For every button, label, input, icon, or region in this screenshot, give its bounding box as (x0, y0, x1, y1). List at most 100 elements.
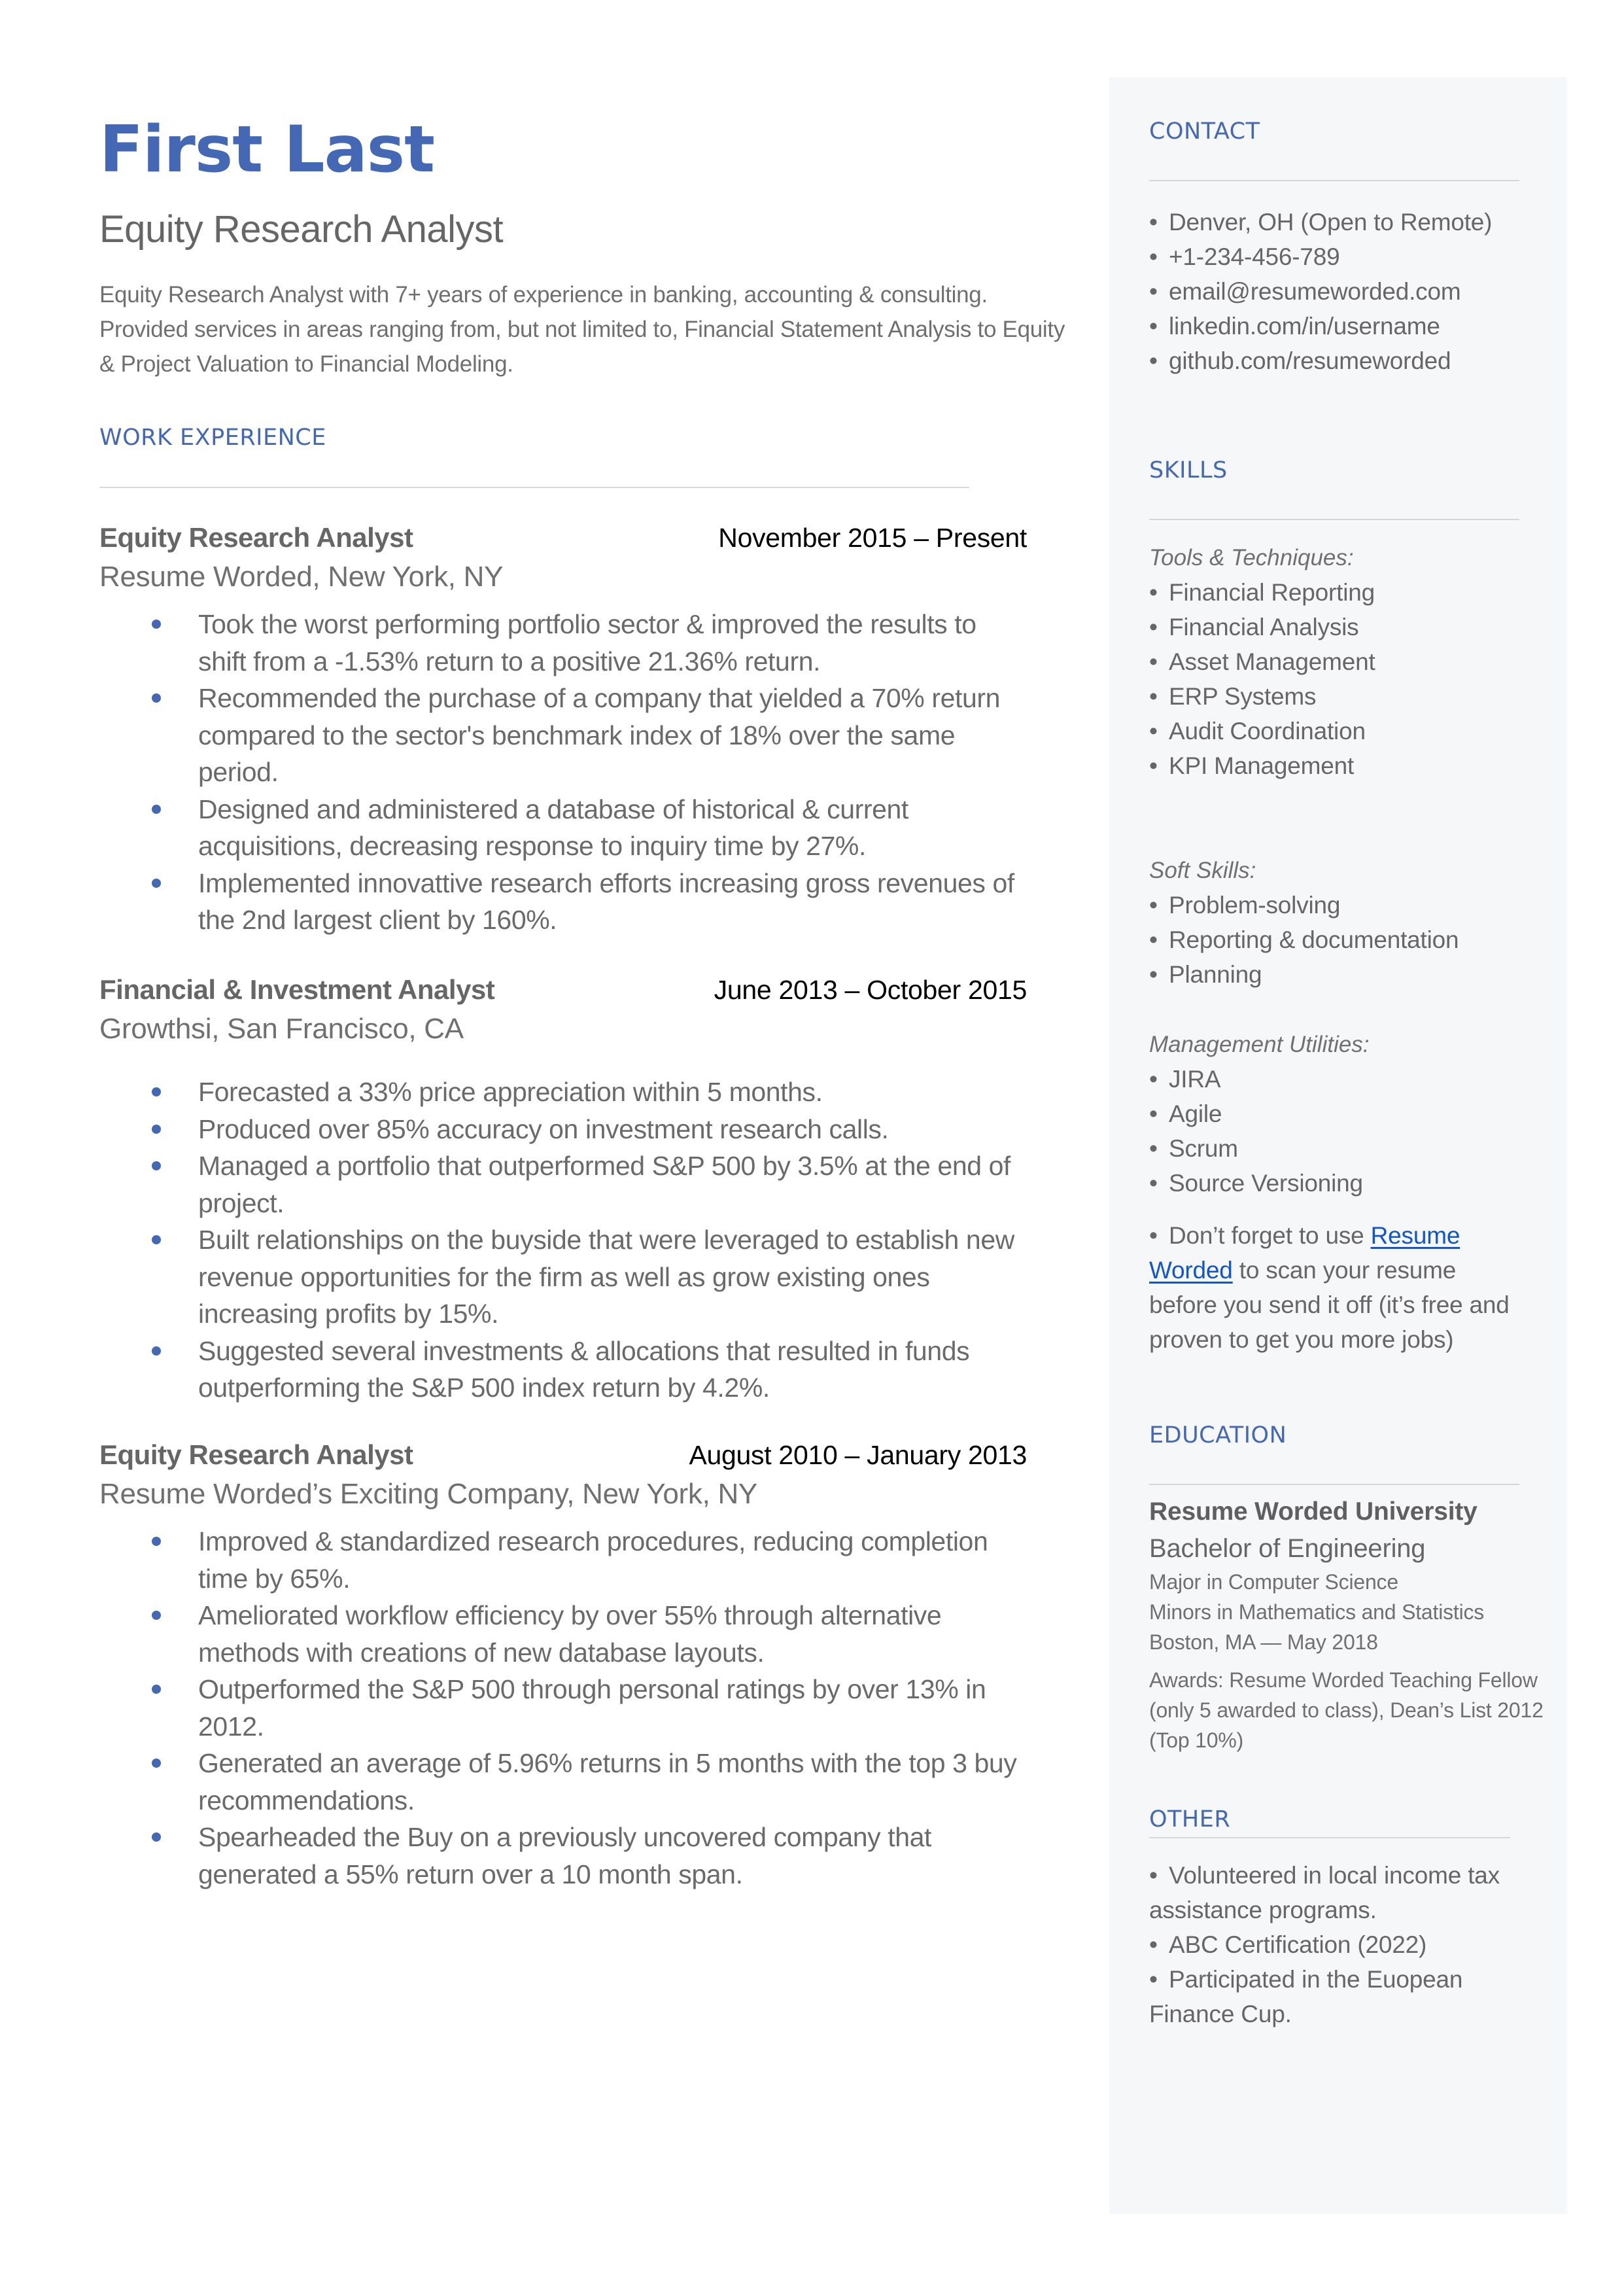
job-bullet-text: Took the worst performing portfolio sect… (198, 609, 976, 676)
skill-text: Scrum (1169, 1135, 1238, 1162)
bullet-dot-icon (152, 1832, 161, 1842)
job-company: Resume Worded, New York, NY (99, 561, 504, 593)
bullet-icon: • (1149, 926, 1158, 953)
skills-list: • Problem-solving • Reporting & documentat… (1149, 888, 1555, 992)
section-divider (1149, 519, 1519, 520)
job-bullet-text: Forecasted a 33% price appreciation with… (198, 1077, 823, 1107)
job-bullet: Improved & standardized research procedu… (99, 1523, 1027, 1597)
job-bullet-text: Ameliorated workflow efficiency by over … (198, 1600, 942, 1668)
skill-text: Financial Analysis (1169, 614, 1359, 640)
skill-item: • Audit Coordination (1149, 714, 1555, 748)
job-bullet: Ameliorated workflow efficiency by over … (99, 1597, 1027, 1671)
bullet-dot-icon (152, 693, 161, 703)
job-header: Financial & Investment Analyst June 2013… (99, 970, 1027, 1009)
bullet-dot-icon (152, 1537, 161, 1546)
work-experience-heading: WORK EXPERIENCE (99, 425, 326, 451)
education-school: Resume Worded University (1149, 1498, 1477, 1526)
contact-location: • Denver, OH (Open to Remote) (1149, 205, 1555, 239)
job-bullet-text: Built relationships on the buyside that … (198, 1225, 1014, 1329)
skills-group-label: Soft Skills: (1149, 858, 1256, 883)
bullet-dot-icon (152, 1087, 161, 1096)
job-company: Growthsi, San Francisco, CA (99, 1013, 464, 1045)
job-bullets: Took the worst performing portfolio sect… (99, 606, 1027, 939)
skill-item: • ERP Systems (1149, 679, 1555, 714)
skills-list: • JIRA • Agile • Scrum • Source Versioning (1149, 1062, 1555, 1200)
bullet-icon: • (1149, 1931, 1158, 1958)
education-location-date: Boston, MA — May 2018 (1149, 1630, 1378, 1654)
bullet-dot-icon (152, 878, 161, 888)
other-item: • Participated in the Euopean Finance Cup… (1149, 1962, 1515, 2031)
job-bullet-text: Implemented innovattive research efforts… (198, 867, 1014, 936)
bullet-dot-icon (152, 1346, 161, 1356)
bullet-icon: • (1149, 1066, 1158, 1093)
contact-github-link[interactable]: github.com/resumeworded (1169, 347, 1451, 374)
skill-text: Financial Reporting (1169, 579, 1375, 606)
job-bullet: Designed and administered a database of … (99, 791, 1027, 865)
job-bullet-text: Outperformed the S&P 500 through persona… (198, 1674, 986, 1742)
bullet-icon: • (1149, 648, 1158, 675)
other-heading: OTHER (1149, 1806, 1231, 1832)
skill-item: • Reporting & documentation (1149, 922, 1555, 957)
skill-item: • Scrum (1149, 1131, 1555, 1166)
job-bullet: Suggested several investments & allocati… (99, 1333, 1027, 1407)
contact-phone-text[interactable]: +1-234-456-789 (1169, 243, 1340, 270)
job-company: Resume Worded’s Exciting Company, New Yo… (99, 1478, 757, 1510)
section-divider (99, 487, 969, 488)
skills-group-label: Tools & Techniques: (1149, 545, 1354, 570)
education-heading: EDUCATION (1149, 1422, 1287, 1448)
job-bullet-text: Spearheaded the Buy on a previously unco… (198, 1822, 931, 1889)
skills-group-soft: Soft Skills: • Problem-solving • Reporting… (1149, 853, 1555, 992)
skill-item: • Financial Analysis (1149, 610, 1555, 644)
skill-text: Audit Coordination (1169, 718, 1366, 745)
skill-item: • Asset Management (1149, 644, 1555, 679)
bullet-icon: • (1149, 1100, 1158, 1127)
candidate-name: First Last (99, 113, 435, 187)
bullet-icon: • (1149, 347, 1158, 374)
job-entry: Financial & Investment Analyst June 2013… (99, 970, 1027, 1407)
contact-github[interactable]: • github.com/resumeworded (1149, 343, 1555, 378)
section-divider (1149, 1837, 1510, 1838)
skills-group-label: Management Utilities: (1149, 1032, 1370, 1057)
job-dates: November 2015 – Present (718, 523, 1027, 553)
skill-item: • Planning (1149, 957, 1555, 992)
contact-phone[interactable]: • +1-234-456-789 (1149, 239, 1555, 274)
skill-text: JIRA (1169, 1066, 1221, 1093)
bullet-icon: • (1149, 683, 1158, 710)
other-list: • Volunteered in local income tax assista… (1149, 1858, 1515, 2031)
bullet-dot-icon (152, 804, 161, 814)
job-bullet: Built relationships on the buyside that … (99, 1221, 1027, 1333)
bullet-dot-icon (152, 1124, 161, 1134)
skills-group-tools: Tools & Techniques: • Financial Reporting… (1149, 540, 1555, 783)
contact-email-link[interactable]: email@resumeworded.com (1169, 278, 1461, 305)
skills-group-management: Management Utilities: • JIRA • Agile • Scru… (1149, 1027, 1555, 1200)
education-entry: Resume Worded University Bachelor of Eng… (1149, 1494, 1555, 1755)
skill-text: Asset Management (1169, 648, 1375, 675)
sidebar: CONTACT • Denver, OH (Open to Remote) • +1… (1109, 77, 1567, 2214)
job-header: Equity Research Analyst November 2015 – … (99, 518, 1027, 557)
job-dates: June 2013 – October 2015 (714, 975, 1028, 1005)
job-dates: August 2010 – January 2013 (689, 1440, 1028, 1470)
education-major: Major in Computer Science (1149, 1570, 1398, 1594)
bullet-dot-icon (152, 1685, 161, 1694)
skill-text: Agile (1169, 1100, 1222, 1127)
contact-linkedin-link[interactable]: linkedin.com/in/username (1169, 313, 1440, 340)
skill-item: • Source Versioning (1149, 1166, 1555, 1200)
bullet-icon: • (1149, 961, 1158, 988)
job-bullet: Took the worst performing portfolio sect… (99, 606, 1027, 680)
job-bullet-text: Generated an average of 5.96% returns in… (198, 1748, 1017, 1815)
contact-email[interactable]: • email@resumeworded.com (1149, 274, 1555, 309)
contact-list: • Denver, OH (Open to Remote) • +1-234-456… (1149, 205, 1555, 378)
job-entry: Equity Research Analyst November 2015 – … (99, 518, 1027, 939)
job-bullet: Implemented innovattive research efforts… (99, 865, 1027, 939)
bullet-icon: • (1149, 1222, 1158, 1249)
contact-linkedin[interactable]: • linkedin.com/in/username (1149, 309, 1555, 343)
bullet-icon: • (1149, 313, 1158, 340)
other-item: • ABC Certification (2022) (1149, 1927, 1515, 1962)
section-divider (1149, 180, 1519, 181)
skill-text: Problem-solving (1169, 892, 1341, 919)
bullet-dot-icon (152, 620, 161, 629)
job-title: Financial & Investment Analyst (99, 974, 495, 1005)
bullet-icon: • (1149, 1170, 1158, 1197)
job-title: Equity Research Analyst (99, 522, 413, 553)
job-bullet: Generated an average of 5.96% returns in… (99, 1745, 1027, 1819)
